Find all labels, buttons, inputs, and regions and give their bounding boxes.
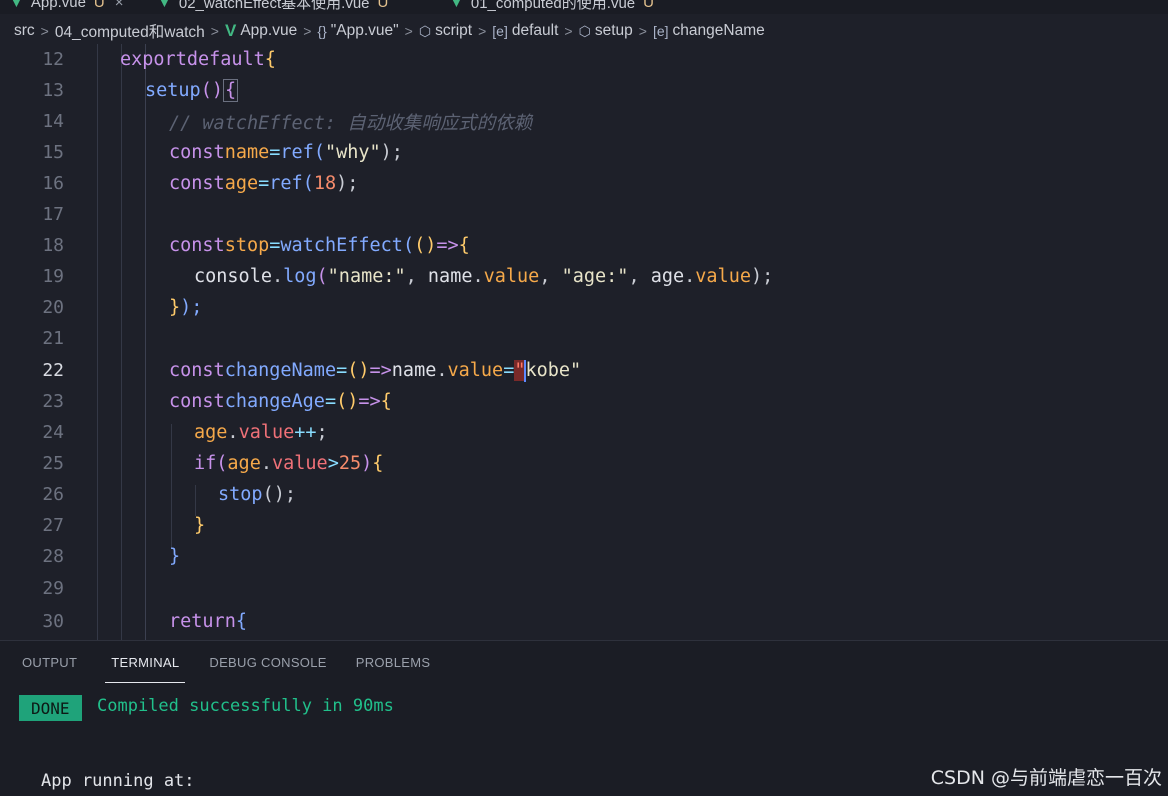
symbol-icon: [e] bbox=[492, 23, 508, 39]
braces-icon: {} bbox=[317, 23, 327, 39]
breadcrumb-item[interactable]: changeName bbox=[673, 22, 765, 40]
vue-icon: V bbox=[224, 21, 237, 40]
code-line: 20 }); bbox=[0, 292, 1168, 323]
line-content: } bbox=[169, 546, 181, 567]
line-number: 17 bbox=[42, 204, 64, 225]
chevron-right-icon: > bbox=[303, 23, 312, 39]
line-content: } bbox=[194, 515, 206, 536]
chevron-right-icon: > bbox=[478, 23, 487, 39]
line-content: const changeAge = () => { bbox=[169, 391, 392, 412]
breadcrumb-item[interactable]: default bbox=[512, 22, 559, 40]
cube-icon: ⬡ bbox=[418, 22, 432, 39]
breadcrumb-item[interactable]: script bbox=[435, 22, 472, 40]
code-line: 18 const stop = watchEffect(() => { bbox=[0, 230, 1168, 261]
line-content: const changeName = () => name. value = " k… bbox=[169, 359, 582, 382]
breadcrumb-item[interactable]: App.vue bbox=[240, 22, 297, 40]
cube-icon: ⬡ bbox=[578, 22, 591, 39]
panel-tabs: OUTPUT TERMINAL DEBUG CONSOLE PROBLEMS bbox=[0, 641, 430, 683]
code-line: 25 if (age. value > 25) { bbox=[0, 448, 1168, 479]
running-message: App running at: bbox=[41, 771, 195, 791]
line-content: const stop = watchEffect(() => { bbox=[169, 235, 470, 256]
tab-watcheffect[interactable]: ▼ 02_watchEffect基本使用.vue U bbox=[158, 0, 388, 13]
line-number: 16 bbox=[42, 173, 64, 194]
breadcrumb-item[interactable]: setup bbox=[595, 22, 633, 40]
chevron-right-icon: > bbox=[564, 23, 573, 39]
line-number: 22 bbox=[42, 360, 64, 381]
line-content: const name = ref("why"); bbox=[169, 142, 403, 163]
line-number: 15 bbox=[42, 142, 64, 163]
line-number: 13 bbox=[42, 80, 64, 101]
tab-computed[interactable]: ▼ 01_computed的使用.vue U bbox=[450, 0, 654, 13]
breadcrumb-item[interactable]: 04_computed和watch bbox=[55, 20, 205, 42]
vue-file-icon: ▼ bbox=[158, 0, 171, 10]
line-number: 30 bbox=[42, 611, 64, 632]
tab-output[interactable]: OUTPUT bbox=[22, 641, 77, 683]
line-content: setup() { bbox=[145, 79, 239, 102]
code-line: 15 const name = ref("why"); bbox=[0, 137, 1168, 168]
done-badge: DONE bbox=[19, 695, 82, 721]
chevron-right-icon: > bbox=[210, 23, 219, 39]
line-number: 24 bbox=[42, 422, 64, 443]
code-line: 19 console. log("name:", name. value, "age… bbox=[0, 261, 1168, 292]
line-number: 27 bbox=[42, 515, 64, 536]
code-line: 16 const age = ref(18); bbox=[0, 168, 1168, 199]
chevron-right-icon: > bbox=[638, 23, 647, 39]
line-content: const age = ref(18); bbox=[169, 173, 359, 194]
code-line: 24 age. value ++; bbox=[0, 417, 1168, 448]
line-content: return { bbox=[169, 611, 247, 632]
breadcrumb-item[interactable]: src bbox=[14, 22, 35, 40]
code-line: 12 export default { bbox=[0, 44, 1168, 75]
line-content: age. value ++; bbox=[194, 422, 328, 443]
line-content: // watchEffect: 自动收集响应式的依赖 bbox=[169, 112, 533, 134]
code-editor[interactable]: 12 export default { 13 setup() { 14 // w… bbox=[0, 44, 1168, 640]
code-line: 23 const changeAge = () => { bbox=[0, 386, 1168, 417]
tab-app-vue[interactable]: ▼ App.vue U × bbox=[10, 0, 124, 13]
chevron-right-icon: > bbox=[404, 23, 413, 39]
line-number: 18 bbox=[42, 235, 64, 256]
vue-file-icon: ▼ bbox=[450, 0, 463, 10]
chevron-right-icon: > bbox=[40, 23, 49, 39]
tab-problems[interactable]: PROBLEMS bbox=[356, 641, 431, 683]
line-content: stop (); bbox=[218, 484, 296, 505]
line-content: export default { bbox=[120, 49, 276, 70]
line-number: 21 bbox=[42, 328, 64, 349]
code-line: 27 } bbox=[0, 510, 1168, 541]
code-line: 13 setup() { bbox=[0, 75, 1168, 106]
code-line: 21 bbox=[0, 323, 1168, 354]
line-number: 23 bbox=[42, 391, 64, 412]
code-line: 28 } bbox=[0, 541, 1168, 572]
symbol-icon: [e] bbox=[652, 23, 669, 39]
close-tab-icon[interactable]: × bbox=[115, 0, 124, 11]
line-content: }); bbox=[169, 297, 203, 318]
tab-terminal[interactable]: TERMINAL bbox=[105, 641, 186, 683]
line-content: if (age. value > 25) { bbox=[194, 453, 384, 474]
line-number: 25 bbox=[42, 453, 64, 474]
code-line: 26 stop (); bbox=[0, 479, 1168, 510]
line-content: console. log("name:", name. value, "age:",… bbox=[194, 266, 774, 287]
code-line-active: 22 const changeName = () => name. value =… bbox=[0, 355, 1168, 386]
compiled-message: Compiled successfully in 90ms bbox=[97, 696, 394, 716]
line-number: 28 bbox=[42, 546, 64, 567]
code-line: 14 // watchEffect: 自动收集响应式的依赖 bbox=[0, 106, 1168, 137]
vue-file-icon: ▼ bbox=[10, 0, 23, 10]
editor-tab-strip: ▼ App.vue U × ▼ 02_watchEffect基本使用.vue U… bbox=[0, 0, 1168, 14]
line-number: 20 bbox=[42, 297, 64, 318]
line-number: 19 bbox=[42, 266, 64, 287]
code-line: 30 return { bbox=[0, 606, 1168, 637]
breadcrumb-item[interactable]: "App.vue" bbox=[331, 22, 399, 40]
line-number: 29 bbox=[42, 578, 64, 599]
line-number: 12 bbox=[42, 49, 64, 70]
line-number: 26 bbox=[42, 484, 64, 505]
breadcrumb: src > 04_computed和watch > V App.vue > {}… bbox=[0, 14, 1168, 48]
watermark: CSDN @与前端虐恋一百次 bbox=[930, 767, 1162, 789]
line-number: 14 bbox=[42, 111, 64, 132]
code-line: 29 bbox=[0, 573, 1168, 604]
tab-debug-console[interactable]: DEBUG CONSOLE bbox=[209, 641, 326, 683]
code-line: 17 bbox=[0, 199, 1168, 230]
